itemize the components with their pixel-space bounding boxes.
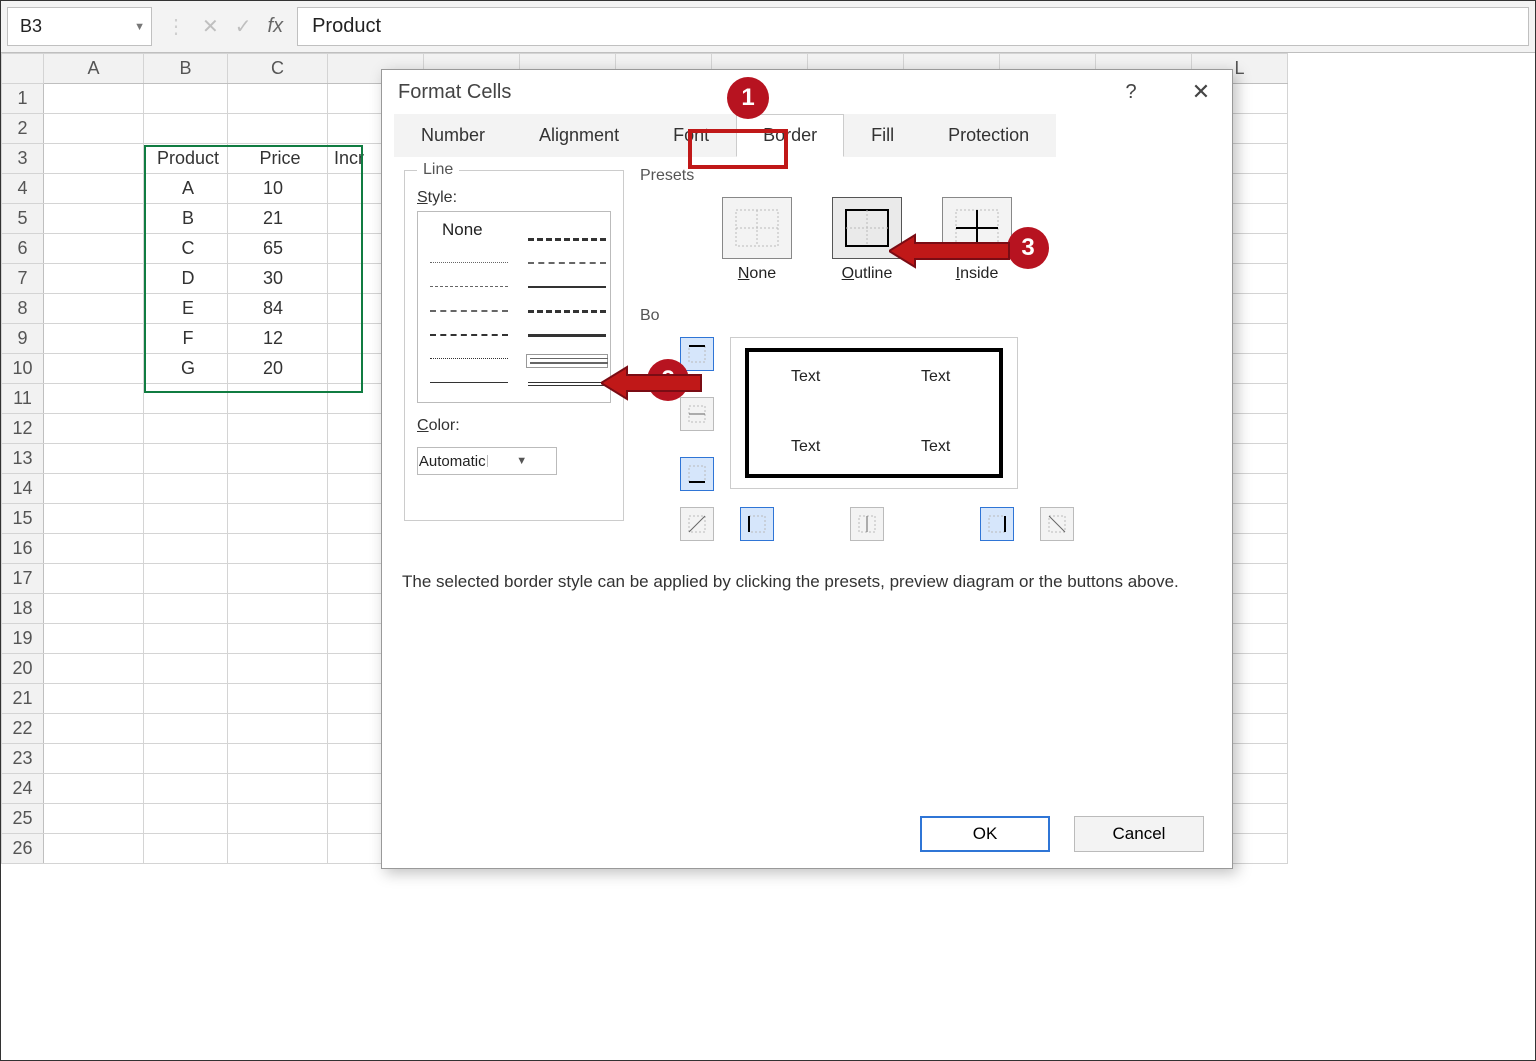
row-header[interactable]: 24 xyxy=(2,774,44,804)
style-label: Style: xyxy=(417,189,611,207)
fx-icon[interactable]: fx xyxy=(268,15,284,38)
preview-text: Text xyxy=(921,438,950,456)
dialog-tabs: Number Alignment Font Border Fill Protec… xyxy=(382,114,1232,157)
color-value: Automatic xyxy=(418,453,487,470)
row-header[interactable]: 21 xyxy=(2,684,44,714)
chevron-down-icon[interactable]: ▼ xyxy=(487,455,557,467)
preset-inside-label: nside xyxy=(960,265,998,282)
cell[interactable]: 20 xyxy=(228,354,328,384)
col-header[interactable]: C xyxy=(228,54,328,84)
row-header[interactable]: 25 xyxy=(2,804,44,834)
row-header[interactable]: 15 xyxy=(2,504,44,534)
border-group-label: Bo xyxy=(640,307,660,325)
border-diag-up-button[interactable] xyxy=(680,507,714,541)
border-right-button[interactable] xyxy=(980,507,1014,541)
preset-none-label: one xyxy=(749,265,776,282)
color-label: Color: xyxy=(417,417,611,435)
col-header[interactable]: B xyxy=(144,54,228,84)
preview-text: Text xyxy=(791,368,820,386)
cell[interactable]: 84 xyxy=(228,294,328,324)
tab-alignment[interactable]: Alignment xyxy=(512,114,646,157)
cell[interactable]: 10 xyxy=(228,174,328,204)
style-none-option[interactable]: None xyxy=(442,220,483,240)
close-icon[interactable]: ✕ xyxy=(1186,79,1216,105)
ok-button[interactable]: OK xyxy=(920,816,1050,852)
tab-fill[interactable]: Fill xyxy=(844,114,921,157)
cell[interactable]: Price xyxy=(228,144,328,174)
cell[interactable]: 12 xyxy=(228,324,328,354)
chevron-down-icon[interactable]: ▼ xyxy=(134,21,145,33)
row-header[interactable]: 13 xyxy=(2,444,44,474)
border-left-button[interactable] xyxy=(740,507,774,541)
formula-input[interactable]: Product xyxy=(297,7,1529,46)
row-header[interactable]: 4 xyxy=(2,174,44,204)
preset-outline-label: utline xyxy=(854,265,892,282)
row-header[interactable]: 11 xyxy=(2,384,44,414)
hint-text: The selected border style can be applied… xyxy=(402,572,1179,592)
cell[interactable]: G xyxy=(144,354,228,384)
border-preview[interactable]: Text Text Text Text xyxy=(730,337,1018,489)
line-group: Line Style: None xyxy=(404,161,624,521)
row-header[interactable]: 18 xyxy=(2,594,44,624)
row-header[interactable]: 14 xyxy=(2,474,44,504)
row-header[interactable]: 6 xyxy=(2,234,44,264)
row-header[interactable]: 9 xyxy=(2,324,44,354)
row-header[interactable]: 1 xyxy=(2,84,44,114)
row-header[interactable]: 12 xyxy=(2,414,44,444)
line-style-picker[interactable]: None xyxy=(417,211,611,403)
select-all-corner[interactable] xyxy=(2,54,44,84)
border-color-dropdown[interactable]: Automatic ▼ xyxy=(417,447,557,475)
row-header[interactable]: 2 xyxy=(2,114,44,144)
row-header[interactable]: 10 xyxy=(2,354,44,384)
col-header[interactable]: A xyxy=(44,54,144,84)
row-header[interactable]: 3 xyxy=(2,144,44,174)
cancel-button[interactable]: Cancel xyxy=(1074,816,1204,852)
row-header[interactable]: 8 xyxy=(2,294,44,324)
tab-border[interactable]: Border xyxy=(736,114,844,157)
row-header[interactable]: 17 xyxy=(2,564,44,594)
border-vmiddle-button[interactable] xyxy=(850,507,884,541)
ellipsis-icon: ⋮ xyxy=(166,14,186,39)
row-header[interactable]: 23 xyxy=(2,744,44,774)
row-header[interactable]: 22 xyxy=(2,714,44,744)
cell[interactable]: 21 xyxy=(228,204,328,234)
preset-none[interactable]: None xyxy=(722,197,792,283)
cell[interactable]: 30 xyxy=(228,264,328,294)
cancel-icon[interactable]: ✕ xyxy=(202,14,219,39)
tab-protection[interactable]: Protection xyxy=(921,114,1056,157)
presets-label: Presets xyxy=(640,167,694,185)
preset-inside[interactable]: Inside xyxy=(942,197,1012,283)
help-icon[interactable]: ? xyxy=(1116,81,1146,104)
cell[interactable]: F xyxy=(144,324,228,354)
format-cells-dialog: Format Cells ? ✕ Number Alignment Font B… xyxy=(381,69,1233,869)
row-header[interactable]: 19 xyxy=(2,624,44,654)
border-bottom-button[interactable] xyxy=(680,457,714,491)
name-box[interactable]: B3 ▼ xyxy=(7,7,152,46)
tab-number[interactable]: Number xyxy=(394,114,512,157)
border-top-button[interactable] xyxy=(680,337,714,371)
cell[interactable]: B xyxy=(144,204,228,234)
border-diag-down-button[interactable] xyxy=(1040,507,1074,541)
cell[interactable]: E xyxy=(144,294,228,324)
cell-reference: B3 xyxy=(20,16,42,37)
cell[interactable]: D xyxy=(144,264,228,294)
cell[interactable]: A xyxy=(144,174,228,204)
preview-text: Text xyxy=(921,368,950,386)
row-header[interactable]: 26 xyxy=(2,834,44,864)
cell[interactable]: Product xyxy=(144,144,228,174)
preset-outline[interactable]: Outline xyxy=(832,197,902,283)
row-header[interactable]: 20 xyxy=(2,654,44,684)
confirm-icon[interactable]: ✓ xyxy=(235,14,252,39)
cell[interactable]: 65 xyxy=(228,234,328,264)
row-header[interactable]: 5 xyxy=(2,204,44,234)
row-header[interactable]: 16 xyxy=(2,534,44,564)
preview-text: Text xyxy=(791,438,820,456)
formula-value: Product xyxy=(312,15,381,38)
line-group-label: Line xyxy=(417,161,459,179)
row-header[interactable]: 7 xyxy=(2,264,44,294)
cell[interactable]: C xyxy=(144,234,228,264)
tab-font[interactable]: Font xyxy=(646,114,736,157)
border-hmiddle-button[interactable] xyxy=(680,397,714,431)
dialog-title: Format Cells xyxy=(398,81,511,104)
